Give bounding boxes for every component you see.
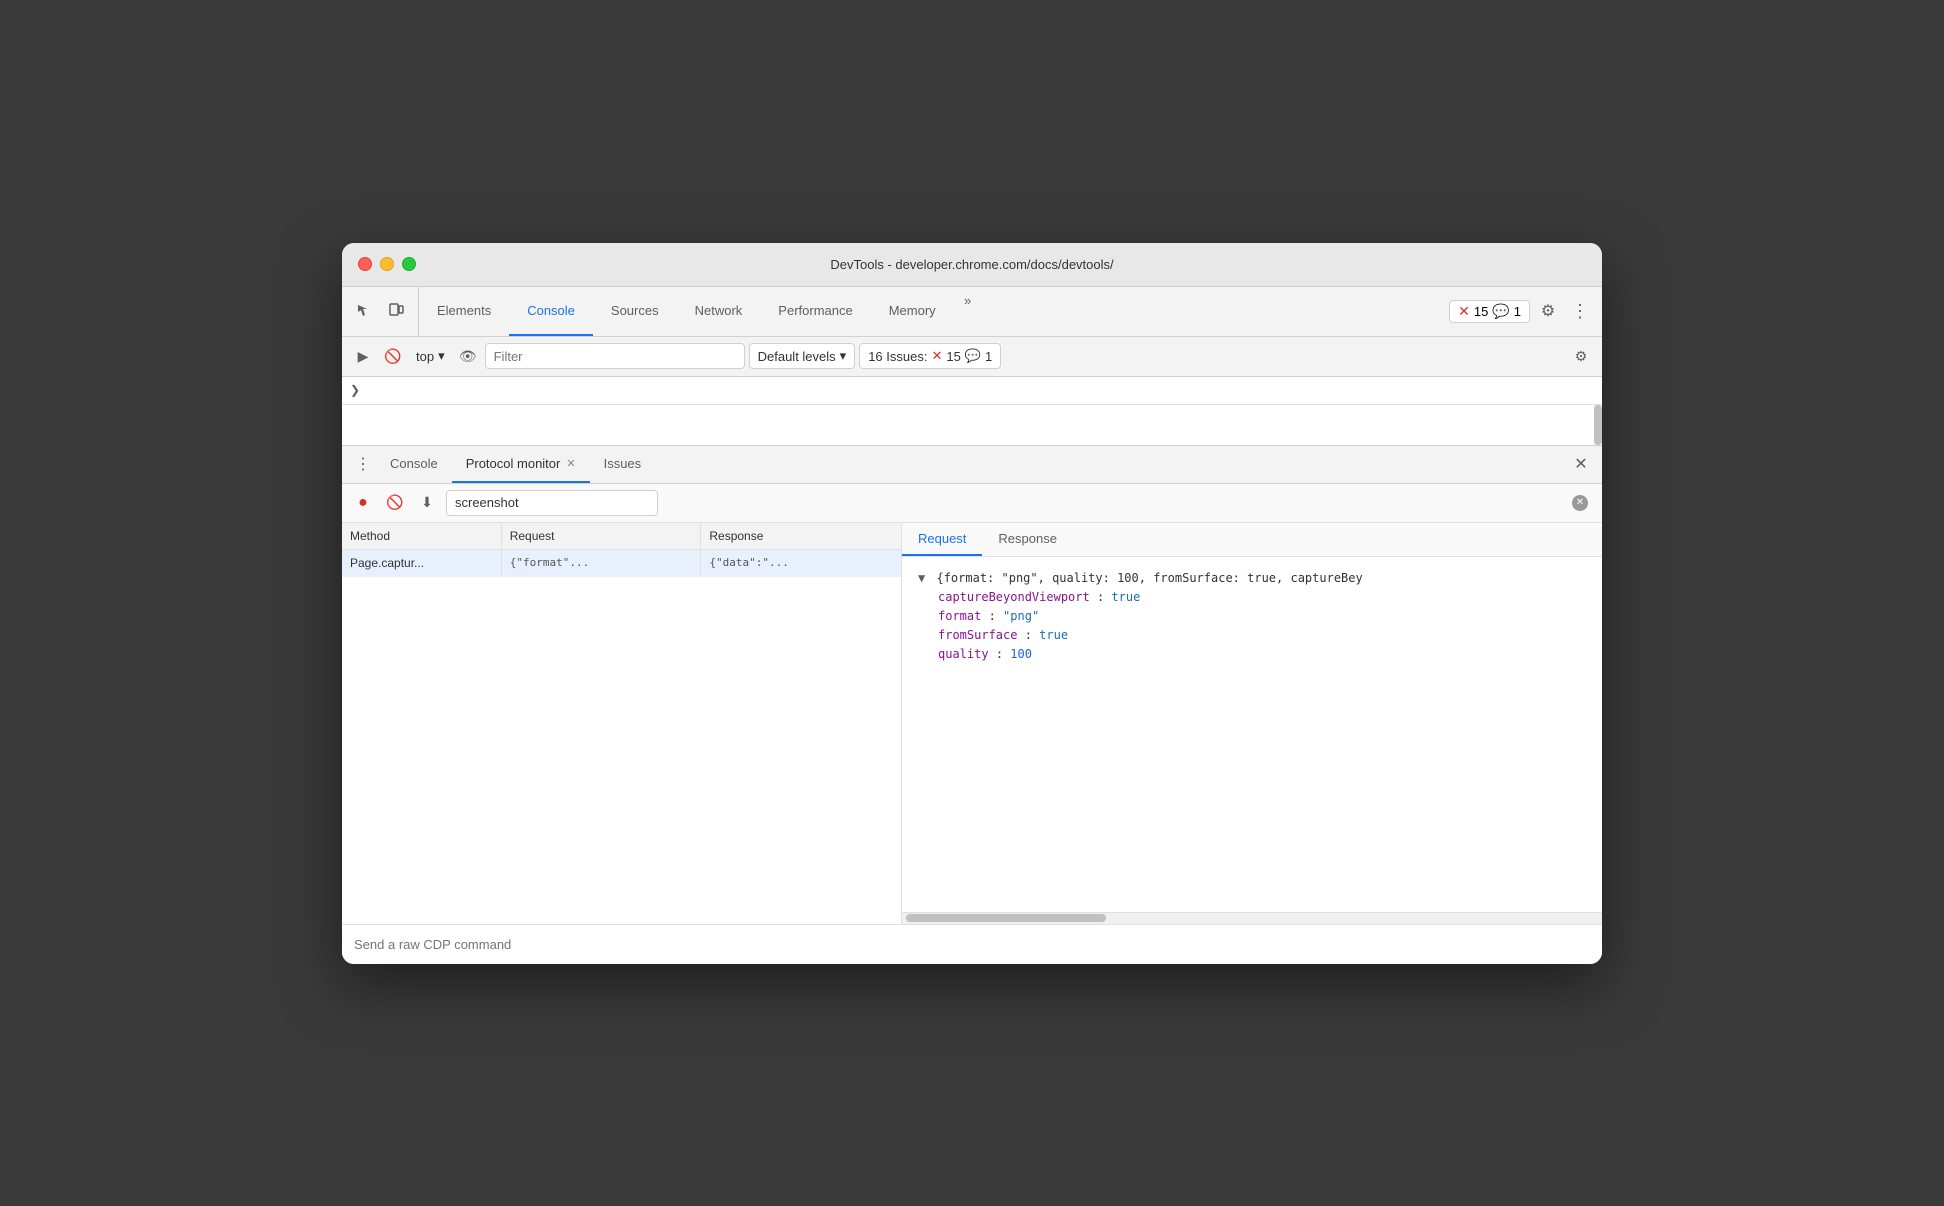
col-method-header: Method xyxy=(342,523,502,549)
panel-tab-issues[interactable]: Issues xyxy=(590,446,656,483)
chevron-down-icon: ▾ xyxy=(840,348,847,364)
horizontal-scrollbar[interactable] xyxy=(902,912,1602,924)
detail-content: ▼ {format: "png", quality: 100, fromSurf… xyxy=(902,557,1602,912)
detail-field-format: format : "png" xyxy=(938,607,1586,626)
protocol-detail: Request Response ▼ {format: "png", quali… xyxy=(902,523,1602,924)
panel-menu-button[interactable]: ⋮ xyxy=(350,451,376,477)
issues-badge[interactable]: 16 Issues: ✕ 15 💬 1 xyxy=(859,343,1001,369)
tab-memory[interactable]: Memory xyxy=(871,287,954,336)
detail-tab-response[interactable]: Response xyxy=(982,523,1073,556)
scrollbar-thumb xyxy=(906,914,1106,922)
tab-console[interactable]: Console xyxy=(509,287,593,336)
search-clear-button[interactable]: ✕ xyxy=(1572,495,1588,511)
detail-field-quality: quality : 100 xyxy=(938,645,1586,664)
toolbar-right: ✕ 15 💬 1 ⚙ ⋮ xyxy=(1441,287,1602,336)
filter-input[interactable] xyxy=(485,343,745,369)
detail-field-fromSurface: fromSurface : true xyxy=(938,626,1586,645)
record-button[interactable]: ● xyxy=(350,490,376,516)
inspect-element-button[interactable] xyxy=(350,297,378,325)
bottom-panel: ⋮ Console Protocol monitor ✕ Issues ✕ ● … xyxy=(342,445,1602,964)
detail-object-root[interactable]: ▼ {format: "png", quality: 100, fromSurf… xyxy=(918,569,1586,588)
detail-object-preview: {format: "png", quality: 100, fromSurfac… xyxy=(936,571,1362,585)
row-method: Page.captur... xyxy=(342,550,502,576)
run-button[interactable]: ▶ xyxy=(350,343,376,369)
detail-tab-request[interactable]: Request xyxy=(902,523,982,556)
info-icon: 💬 xyxy=(1492,303,1509,320)
device-toolbar-button[interactable] xyxy=(382,297,410,325)
console-scrollbar[interactable] xyxy=(1594,405,1602,445)
download-button[interactable]: ⬇ xyxy=(414,490,440,516)
context-selector[interactable]: top ▾ xyxy=(410,346,451,366)
issues-error-icon: ✕ xyxy=(931,348,942,364)
protocol-monitor: ● 🚫 ⬇ ✕ Method Request Response xyxy=(342,484,1602,964)
errors-badge[interactable]: ✕ 15 💬 1 xyxy=(1449,300,1530,323)
eye-button[interactable]: 👁 xyxy=(455,343,481,369)
tab-elements[interactable]: Elements xyxy=(419,287,509,336)
expand-icon[interactable]: ▼ xyxy=(918,571,925,585)
col-response-header: Response xyxy=(701,523,901,549)
panel-close-button[interactable]: ✕ xyxy=(1568,451,1594,477)
protocol-list: Method Request Response Page.captur... {… xyxy=(342,523,902,924)
info-count: 1 xyxy=(1514,304,1521,319)
protocol-body: Method Request Response Page.captur... {… xyxy=(342,523,1602,924)
col-request-header: Request xyxy=(502,523,702,549)
console-toolbar: ▶ 🚫 top ▾ 👁 Default levels ▾ 16 Issues: … xyxy=(342,337,1602,377)
protocol-search-input[interactable] xyxy=(446,490,658,516)
panel-tab-protocol-monitor[interactable]: Protocol monitor ✕ xyxy=(452,446,590,483)
title-bar: DevTools - developer.chrome.com/docs/dev… xyxy=(342,243,1602,287)
close-tab-icon[interactable]: ✕ xyxy=(566,457,575,470)
detail-tabbar: Request Response xyxy=(902,523,1602,557)
clear-protocol-button[interactable]: 🚫 xyxy=(382,490,408,516)
issues-info-icon: 💬 xyxy=(965,348,981,364)
protocol-toolbar: ● 🚫 ⬇ ✕ xyxy=(342,484,1602,523)
panel-tab-console[interactable]: Console xyxy=(376,446,452,483)
minimize-button[interactable] xyxy=(380,257,394,271)
tab-network[interactable]: Network xyxy=(677,287,761,336)
levels-button[interactable]: Default levels ▾ xyxy=(749,343,856,369)
raw-command-input[interactable] xyxy=(354,937,1590,952)
console-main-area xyxy=(342,405,1602,445)
more-options-button[interactable]: ⋮ xyxy=(1566,297,1594,325)
more-tabs-button[interactable]: » xyxy=(954,287,982,315)
devtools-tabs: Elements Console Sources Network Perform… xyxy=(419,287,1441,336)
detail-fields: captureBeyondViewport : true format : "p… xyxy=(918,588,1586,665)
protocol-list-header: Method Request Response xyxy=(342,523,901,550)
tab-performance[interactable]: Performance xyxy=(760,287,870,336)
detail-field-captureBeyondViewport: captureBeyondViewport : true xyxy=(938,588,1586,607)
bottom-input-bar xyxy=(342,924,1602,964)
row-request: {"format"... xyxy=(502,550,702,576)
toolbar-left-icons xyxy=(342,287,419,336)
row-response: {"data":"... xyxy=(701,550,901,576)
chevron-right-icon: ❯ xyxy=(350,383,360,397)
settings-icon: ⚙ xyxy=(1541,301,1555,321)
chevron-down-icon: ▾ xyxy=(438,348,445,364)
protocol-row[interactable]: Page.captur... {"format"... {"data":"... xyxy=(342,550,901,577)
console-scroll-thumb xyxy=(1594,405,1602,445)
console-output xyxy=(342,405,1594,445)
error-count: 15 xyxy=(1474,304,1488,319)
traffic-lights xyxy=(358,257,416,271)
search-wrapper: ✕ xyxy=(446,490,1594,516)
close-button[interactable] xyxy=(358,257,372,271)
devtools-window: DevTools - developer.chrome.com/docs/dev… xyxy=(342,243,1602,964)
panel-tabbar: ⋮ Console Protocol monitor ✕ Issues ✕ xyxy=(342,446,1602,484)
protocol-list-body: Page.captur... {"format"... {"data":"... xyxy=(342,550,901,924)
error-icon: ✕ xyxy=(1458,303,1470,320)
chevron-row[interactable]: ❯ xyxy=(342,377,1602,405)
settings-button[interactable]: ⚙ xyxy=(1534,297,1562,325)
clear-console-button[interactable]: 🚫 xyxy=(380,343,406,369)
console-settings-button[interactable]: ⚙ xyxy=(1568,343,1594,369)
devtools-main-toolbar: Elements Console Sources Network Perform… xyxy=(342,287,1602,337)
maximize-button[interactable] xyxy=(402,257,416,271)
window-title: DevTools - developer.chrome.com/docs/dev… xyxy=(830,257,1113,272)
tab-sources[interactable]: Sources xyxy=(593,287,677,336)
